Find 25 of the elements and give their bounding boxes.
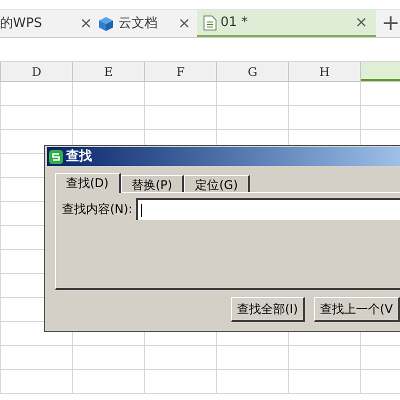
document-tab[interactable]: 的WPS ×	[0, 10, 98, 37]
dialog-button[interactable]: 查找全部(I)	[231, 297, 305, 322]
close-icon[interactable]: ×	[354, 11, 368, 34]
document-icon	[202, 14, 217, 30]
dialog-tab[interactable]: 替换(P)	[120, 175, 184, 192]
app-logo-icon	[49, 150, 63, 164]
new-tab-button[interactable]: +	[382, 10, 400, 37]
document-tab[interactable]: 云文档 ×	[98, 10, 197, 37]
tab-label: 云文档	[118, 14, 158, 33]
column-header[interactable]: G	[217, 62, 289, 81]
dialog-tab[interactable]: 定位(G)	[184, 175, 250, 192]
column-header[interactable]: E	[73, 62, 145, 81]
tab-label: 的WPS	[0, 14, 42, 33]
dialog-tab[interactable]: 查找(D)	[55, 173, 121, 193]
tab-label: 01 *	[220, 14, 248, 32]
dialog-button[interactable]: 查找上一个(V	[314, 297, 400, 322]
column-header[interactable]: F	[145, 62, 217, 81]
document-tab[interactable]: 01 * ×	[196, 10, 376, 37]
close-icon[interactable]: ×	[80, 12, 92, 35]
dialog-title: 查找	[66, 148, 92, 166]
find-input-field[interactable]	[136, 198, 400, 220]
cube-icon	[98, 16, 114, 32]
column-header[interactable]: D	[1, 62, 73, 81]
close-icon[interactable]: ×	[178, 12, 191, 35]
find-label: 查找内容(N):	[62, 201, 132, 218]
